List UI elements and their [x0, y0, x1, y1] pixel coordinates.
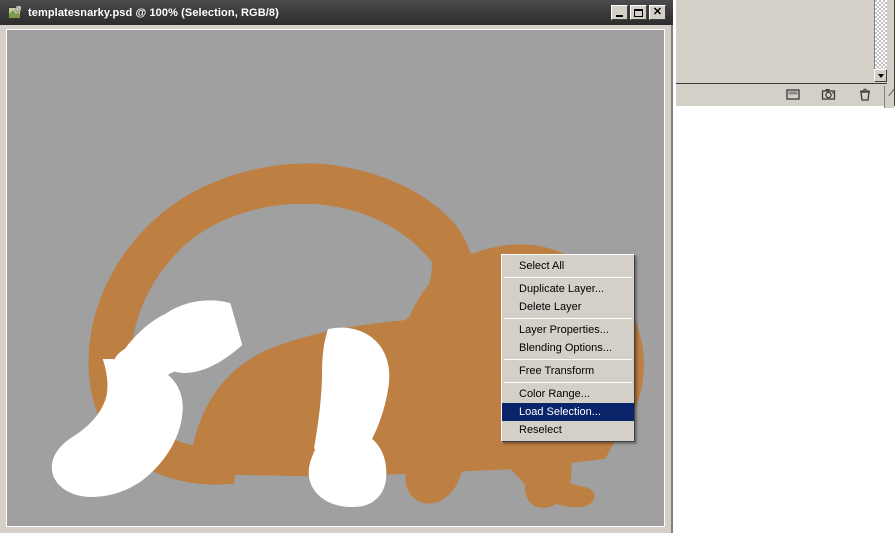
- context-menu-item[interactable]: Color Range...: [502, 385, 634, 403]
- new-snapshot-camera-icon[interactable]: [821, 87, 837, 102]
- context-menu-item[interactable]: Select All: [502, 257, 634, 275]
- context-menu-item[interactable]: Free Transform: [502, 362, 634, 380]
- history-footer-toolbar: [676, 83, 887, 104]
- context-menu-item[interactable]: Duplicate Layer...: [502, 280, 634, 298]
- context-menu-item[interactable]: Load Selection...: [502, 403, 634, 421]
- maximize-button[interactable]: [630, 5, 647, 20]
- context-menu-item[interactable]: Layer Properties...: [502, 321, 634, 339]
- image-canvas[interactable]: Select All Duplicate Layer... Delete Layer…: [6, 29, 665, 527]
- document-window: templatesnarky.psd @ 100% (Selection, RG…: [0, 0, 673, 533]
- dock-resize-grip[interactable]: [884, 86, 894, 108]
- chevron-down-icon: [877, 73, 884, 78]
- document-titlebar[interactable]: templatesnarky.psd @ 100% (Selection, RG…: [0, 0, 673, 25]
- context-menu-item[interactable]: Blending Options...: [502, 339, 634, 357]
- history-panel: [675, 0, 895, 108]
- minimize-button[interactable]: [611, 5, 628, 20]
- document-title: templatesnarky.psd @ 100% (Selection, RG…: [28, 6, 279, 19]
- context-menu-separator: [504, 359, 632, 360]
- document-client-area: Select All Duplicate Layer... Delete Layer…: [0, 25, 671, 533]
- context-menu-separator: [504, 277, 632, 278]
- photoshop-screenshot: templatesnarky.psd @ 100% (Selection, RG…: [0, 0, 895, 533]
- right-dock: ✕ Layers Channels Paths Normal Opacity:: [673, 0, 895, 533]
- close-button[interactable]: ✕: [649, 5, 666, 20]
- new-document-from-state-icon[interactable]: [785, 87, 801, 102]
- history-list[interactable]: [676, 0, 878, 82]
- context-menu-separator: [504, 318, 632, 319]
- window-controls: ✕: [611, 5, 670, 20]
- history-scroll-down-button[interactable]: [874, 69, 887, 82]
- context-menu-separator: [504, 382, 632, 383]
- psd-document-icon: [7, 5, 23, 21]
- context-menu-item[interactable]: Delete Layer: [502, 298, 634, 316]
- layer-context-menu[interactable]: Select All Duplicate Layer... Delete Layer…: [501, 254, 635, 442]
- context-menu-item[interactable]: Reselect: [502, 421, 634, 439]
- delete-trash-icon[interactable]: [857, 87, 873, 102]
